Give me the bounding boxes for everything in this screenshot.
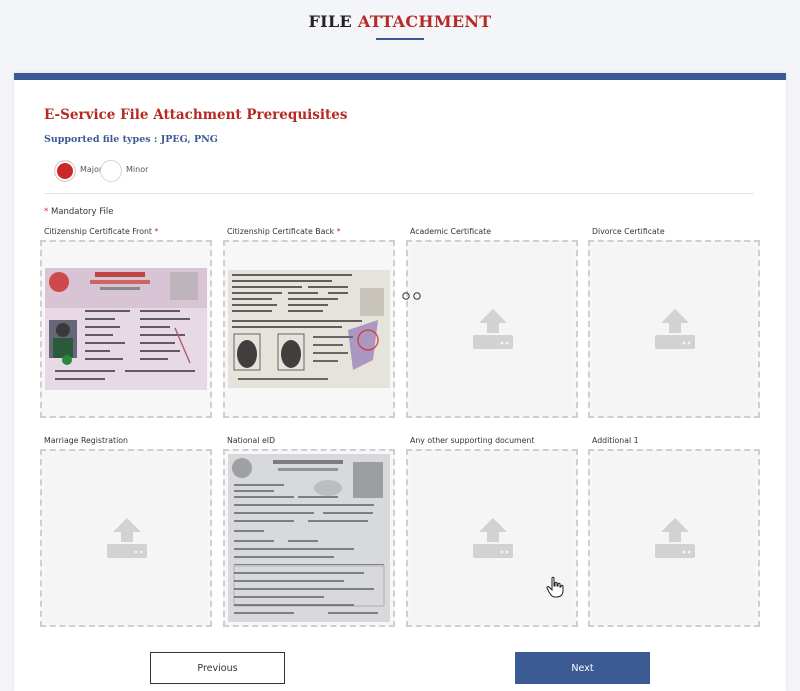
loading-dots-icon: [402, 292, 421, 300]
upload-box-other-supporting[interactable]: [406, 449, 578, 627]
required-star: *: [336, 227, 341, 236]
upload-label-other-supporting: Any other supporting document: [410, 436, 535, 445]
upload-dropzone: [410, 244, 574, 414]
upload-label-divorce: Divorce Certificate: [592, 227, 665, 236]
citizenship-front-preview: [45, 268, 207, 390]
required-star: *: [154, 227, 159, 236]
upload-label-citizenship-front: Citizenship Certificate Front *: [44, 227, 158, 236]
upload-label-national-eid: National eID: [227, 436, 276, 445]
radio-major-label: Major: [80, 165, 103, 174]
upload-dropzone: [592, 453, 756, 623]
upload-label-academic: Academic Certificate: [410, 227, 492, 236]
upload-box-divorce[interactable]: [588, 240, 760, 418]
upload-icon: [655, 518, 695, 558]
upload-icon: [655, 309, 695, 349]
next-button[interactable]: Next: [515, 652, 650, 684]
upload-box-citizenship-front[interactable]: [40, 240, 212, 418]
radio-minor-label: Minor: [126, 165, 149, 174]
attachment-card: E-Service File Attachment Prerequisites …: [14, 73, 786, 691]
title-underline: [376, 38, 424, 40]
upload-label-marriage: Marriage Registration: [44, 436, 128, 445]
page-title-plain: FILE: [308, 12, 352, 31]
upload-box-citizenship-back[interactable]: [223, 240, 395, 418]
upload-box-marriage[interactable]: [40, 449, 212, 627]
radio-major[interactable]: [54, 160, 76, 182]
previous-button[interactable]: Previous: [150, 652, 285, 684]
section-title: E-Service File Attachment Prerequisites: [44, 107, 348, 123]
upload-icon: [473, 518, 513, 558]
radio-minor[interactable]: [100, 160, 122, 182]
upload-box-academic[interactable]: [406, 240, 578, 418]
page-header: FILE ATTACHMENT: [0, 0, 800, 72]
upload-label-citizenship-back: Citizenship Certificate Back *: [227, 227, 341, 236]
upload-label-text: Citizenship Certificate Back: [227, 227, 335, 236]
mandatory-star: *: [44, 207, 49, 217]
national-eid-preview: [228, 454, 390, 622]
supported-file-types: Supported file types : JPEG, PNG: [44, 134, 218, 145]
divider: [44, 193, 754, 194]
upload-label-additional-1: Additional 1: [592, 436, 639, 445]
upload-box-additional-1[interactable]: [588, 449, 760, 627]
upload-dropzone: [592, 244, 756, 414]
hand-pointer-icon: [546, 576, 564, 598]
mandatory-note: * Mandatory File: [44, 207, 113, 217]
upload-label-text: Citizenship Certificate Front: [44, 227, 152, 236]
mandatory-label: Mandatory File: [50, 207, 114, 217]
upload-icon: [473, 309, 513, 349]
page-title-accent: ATTACHMENT: [357, 12, 492, 31]
upload-icon: [107, 518, 147, 558]
page-title: FILE ATTACHMENT: [0, 12, 800, 31]
citizenship-back-preview: [228, 270, 390, 388]
upload-dropzone: [44, 453, 208, 623]
upload-box-national-eid[interactable]: [223, 449, 395, 627]
